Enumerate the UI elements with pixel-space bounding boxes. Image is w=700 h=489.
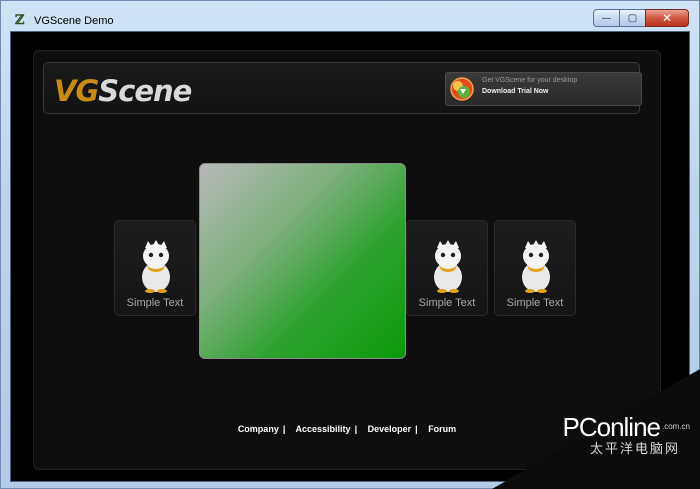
client-area: VGScene Get VGScene for your desktop Dow…: [10, 31, 690, 482]
download-label: Download Trial Now: [482, 88, 549, 95]
footer-link-accessibility[interactable]: Accessibility: [296, 424, 351, 434]
card-label: Simple Text: [126, 297, 184, 309]
gallery-card[interactable]: Simple Text: [406, 220, 488, 316]
card-label: Simple Text: [418, 297, 476, 309]
app-icon: ℤ: [15, 13, 25, 28]
footer-link-developer[interactable]: Developer: [368, 424, 412, 434]
globe-download-icon: [450, 77, 474, 101]
footer-separator: |: [282, 424, 286, 434]
download-trial-button[interactable]: Get VGScene for your desktop Download Tr…: [445, 72, 642, 106]
window-title: VGScene Demo: [34, 15, 114, 27]
app-window: ℤ VGScene Demo — ▢ ✕ VGScene Get VGScene…: [0, 0, 700, 489]
footer-link-company[interactable]: Company: [238, 424, 279, 434]
bird-mascot-icon: [434, 240, 462, 293]
gallery-card[interactable]: Simple Text: [494, 220, 576, 316]
minimize-icon: —: [601, 12, 612, 24]
window-controls: — ▢ ✕: [593, 9, 689, 27]
download-subtitle: Get VGScene for your desktop: [482, 77, 578, 84]
selected-item-tile[interactable]: [199, 163, 406, 359]
title-bar[interactable]: ℤ VGScene Demo — ▢ ✕: [1, 1, 699, 31]
bird-mascot-icon: [522, 240, 550, 293]
footer-separator: |: [415, 424, 418, 434]
close-button[interactable]: ✕: [645, 9, 689, 27]
footer-link-forum[interactable]: Forum: [428, 424, 456, 434]
gallery-card[interactable]: Simple Text: [114, 220, 196, 316]
card-label: Simple Text: [506, 297, 564, 309]
bird-mascot-icon: [142, 240, 170, 293]
main-panel: VGScene Get VGScene for your desktop Dow…: [33, 50, 661, 470]
minimize-button[interactable]: —: [593, 9, 619, 27]
vgscene-logo: VGScene: [54, 74, 192, 108]
header-bar: VGScene Get VGScene for your desktop Dow…: [43, 62, 642, 114]
close-icon: ✕: [661, 11, 673, 25]
footer-links: Company | Accessibility | Developer | Forum: [33, 424, 661, 434]
footer-separator: |: [354, 424, 358, 434]
maximize-button[interactable]: ▢: [619, 9, 645, 27]
maximize-icon: ▢: [627, 12, 638, 24]
